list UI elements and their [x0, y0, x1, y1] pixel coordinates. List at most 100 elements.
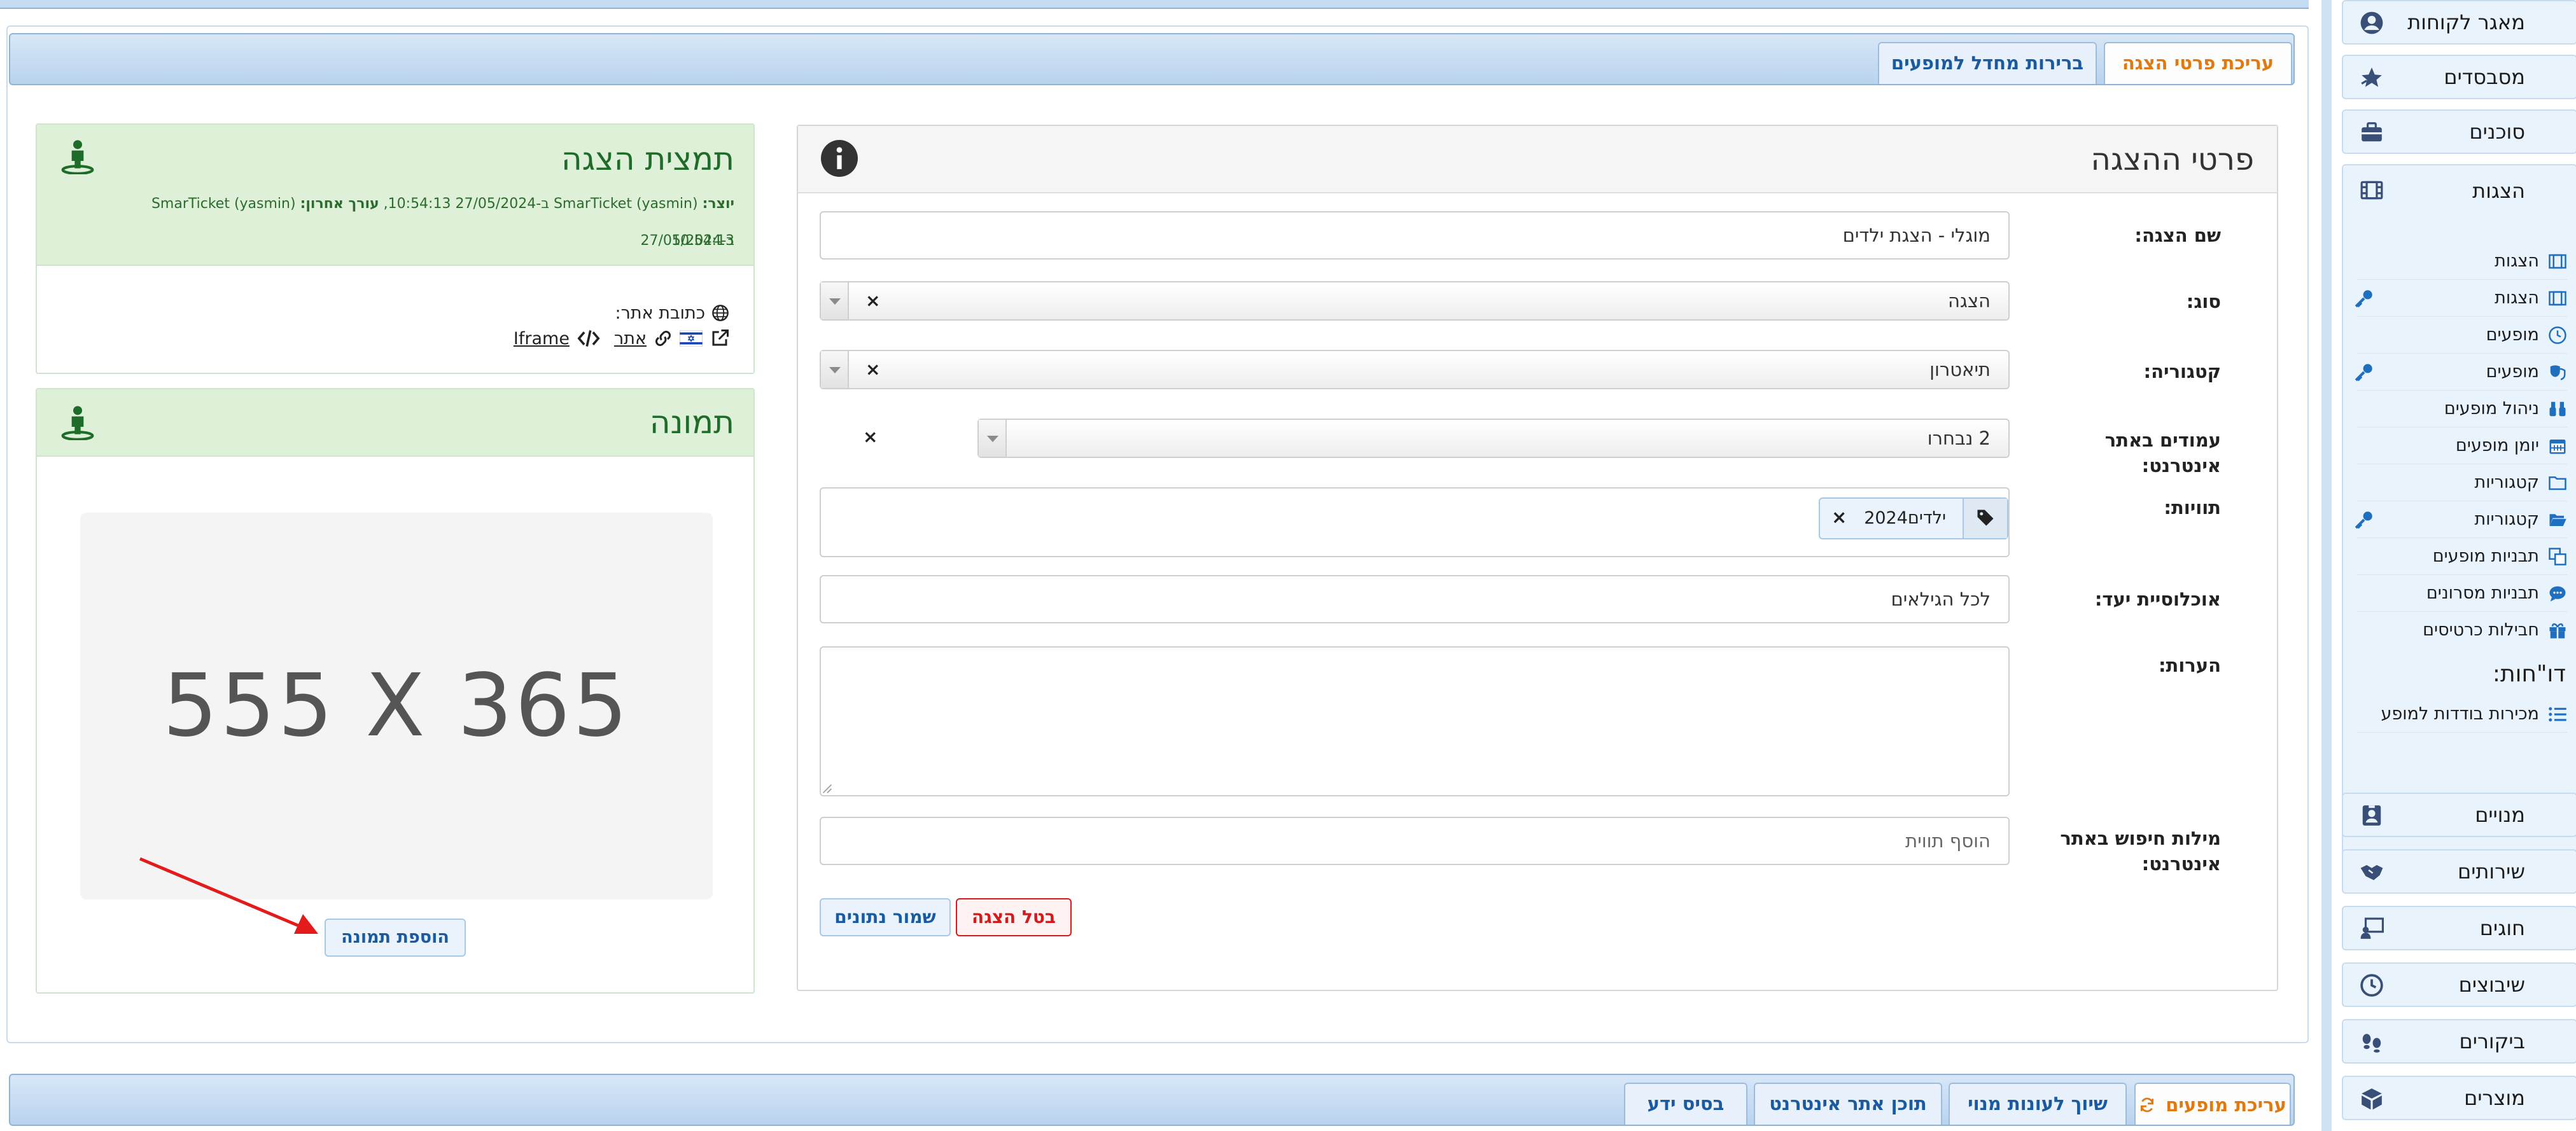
image-panel: תמונה 555 X 365 הוספת תמונה	[36, 388, 755, 994]
tag-shape	[1977, 510, 1994, 526]
sidebar-item-customers[interactable]: מאגר לקוחות	[2342, 0, 2576, 45]
show-name-input[interactable]: מוגלי - הצגת ילדים	[820, 211, 2010, 260]
panel-title: תמצית הצגה	[561, 141, 734, 177]
sidebar-subitem-label: יומן מופעים	[2455, 436, 2539, 455]
folder-open-icon	[2549, 514, 2566, 526]
calendar-icon	[2549, 440, 2566, 454]
target-audience-value: לכל הגילאים	[1891, 588, 1991, 610]
target-audience-input[interactable]: לכל הגילאים	[820, 575, 2010, 623]
globe-icon	[712, 305, 729, 321]
sidebar-item-label: שירותים	[2457, 859, 2525, 884]
tab-knowledge-base[interactable]: בסיס ידע	[1624, 1083, 1747, 1125]
sidebar-item-classes[interactable]: חוגים	[2342, 906, 2576, 950]
top-tab-bar: עריכת פרטי הצגה ברירות מחדל למופעים	[9, 33, 2295, 85]
info-icon[interactable]	[821, 140, 858, 177]
remove-tag-icon[interactable]: ×	[1831, 499, 1847, 536]
type-select[interactable]: הצגה ×	[820, 281, 2010, 321]
sidebar-subitem-ticket-packages[interactable]: חבילות כרטיסים	[2353, 612, 2567, 649]
tag-chip[interactable]: ילדים2024 ×	[1819, 497, 2008, 539]
sidebar-item-agents[interactable]: סוכנים	[2342, 109, 2576, 154]
film-icon	[2549, 254, 2566, 269]
sidebar-subitem-performance-templates[interactable]: תבניות מופעים	[2353, 538, 2567, 575]
code-icon	[577, 330, 600, 347]
sidebar-subitem-label: חבילות כרטיסים	[2423, 620, 2539, 640]
list-icon	[2549, 707, 2566, 722]
editor-label: עורך אחרון:	[300, 196, 379, 212]
street-view-icon[interactable]	[60, 139, 95, 174]
sidebar-item-subscriptions[interactable]: מנויים	[2342, 793, 2576, 837]
tab-website-content[interactable]: תוכן אתר אינטרנט	[1754, 1083, 1942, 1125]
notes-textarea[interactable]	[820, 646, 2010, 796]
street-view-icon[interactable]	[60, 405, 95, 440]
sidebar-subitem-shows-admin[interactable]: הצגות	[2353, 280, 2567, 317]
sidebar-subitem-performances-admin[interactable]: מופעים	[2353, 354, 2567, 391]
comment-icon	[2549, 586, 2566, 602]
cancel-show-button[interactable]: בטל הצגה	[956, 898, 1072, 936]
tag-icon	[1963, 499, 2007, 538]
clear-icon[interactable]: ×	[865, 359, 880, 380]
sidebar-item-subsidized[interactable]: מסבסדים	[2342, 55, 2576, 99]
sidebar-subitem-label: הצגות	[2495, 251, 2539, 271]
sidebar-item-products[interactable]: מוצרים	[2342, 1076, 2576, 1120]
clear-icon[interactable]: ×	[865, 290, 880, 311]
israel-flag-icon[interactable]	[680, 330, 703, 347]
add-image-button[interactable]: הוספת תמונה	[325, 919, 466, 957]
sidebar-item-assignments[interactable]: שיבוצים	[2342, 962, 2576, 1007]
film-icon	[2549, 291, 2566, 306]
resize-handle-icon[interactable]	[822, 784, 832, 794]
creator-label: יוצר:	[702, 196, 734, 212]
sidebar-subitem-label: מכירות בודדות למופע	[2381, 704, 2539, 724]
website-keywords-input[interactable]: הוסף תווית	[820, 817, 2010, 865]
type-label: סוג:	[2186, 291, 2221, 312]
sidebar-item-label: הצגות	[2472, 179, 2525, 203]
clone-icon	[2549, 548, 2566, 566]
key-icon	[2355, 290, 2372, 308]
tab-subscription-seasons[interactable]: שיוך לעונות מנוי	[1949, 1083, 2127, 1125]
tags-input[interactable]: ילדים2024 ×	[820, 487, 2010, 557]
tab-performance-defaults[interactable]: ברירות מחדל למופעים	[1878, 42, 2097, 84]
sidebar-item-label: חוגים	[2479, 916, 2525, 940]
sidebar-item-services[interactable]: שירותים	[2342, 849, 2576, 894]
sidebar-subitem-label: ניהול מופעים	[2444, 399, 2539, 419]
website-pages-select[interactable]: 2 נבחרו	[977, 419, 2010, 458]
sidebar-subitem-manage-performances[interactable]: ניהול מופעים	[2353, 391, 2567, 427]
sidebar-subitem-performances[interactable]: מופעים	[2353, 317, 2567, 354]
clear-icon[interactable]: ×	[863, 426, 878, 447]
sidebar-subitem-performance-calendar[interactable]: יומן מופעים	[2353, 427, 2567, 464]
sidebar-item-shows[interactable]: הצגות הצגות הצגות מופעים מופעים ניהול מו…	[2342, 164, 2576, 864]
chevron-down-icon[interactable]	[821, 282, 849, 319]
sidebar-subitem-shows[interactable]: הצגות	[2353, 243, 2567, 280]
website-pages-label: עמודים באתר אינטרנט:	[2104, 429, 2221, 476]
sidebar-item-label: מוצרים	[2464, 1086, 2525, 1110]
sidebar-subitem-single-sales-report[interactable]: מכירות בודדות למופע	[2353, 696, 2567, 733]
sidebar-subitem-sms-templates[interactable]: תבניות מסרונים	[2353, 575, 2567, 612]
type-value: הצגה	[1947, 290, 1991, 312]
editor-time: 10:54:13	[671, 233, 734, 249]
show-summary-panel: תמצית הצגה יוצר: SmarTicket (yasmin) ב-2…	[36, 123, 755, 374]
panel-title: פרטי ההצגה	[2090, 142, 2254, 177]
briefcase-icon	[2362, 122, 2382, 142]
chevron-down-icon[interactable]	[821, 351, 849, 388]
chevron-down-icon[interactable]	[979, 420, 1007, 457]
iframe-link[interactable]: Iframe	[514, 329, 570, 349]
sidebar-subitem-categories-admin[interactable]: קטגוריות	[2353, 501, 2567, 538]
panel-header: תמצית הצגה יוצר: SmarTicket (yasmin) ב-2…	[37, 125, 753, 266]
chalkboard-icon	[2360, 917, 2384, 939]
sidebar-subitem-label: קטגוריות	[2474, 473, 2539, 492]
sidebar-subitem-categories[interactable]: קטגוריות	[2353, 464, 2567, 501]
target-audience-label: אוכלוסיית יעד:	[2094, 588, 2221, 610]
external-link-icon[interactable]	[710, 329, 729, 348]
tab-edit-performances[interactable]: עריכת מופעים	[2134, 1083, 2291, 1125]
category-select[interactable]: תיאטרון ×	[820, 350, 2010, 389]
show-name-label: שם הצגה:	[2134, 225, 2221, 246]
tab-edit-show-details[interactable]: עריכת פרטי הצגה	[2104, 42, 2292, 84]
panel-header: פרטי ההצגה	[798, 126, 2277, 193]
sidebar-item-visits[interactable]: ביקורים	[2342, 1019, 2576, 1064]
site-link[interactable]: אתר	[614, 329, 647, 349]
tags-label: תוויות:	[2164, 497, 2221, 518]
save-data-button[interactable]: שמור נתונים	[820, 898, 951, 936]
key-icon	[2355, 364, 2372, 382]
star-icon	[2361, 67, 2382, 87]
sidebar-subitem-label: הצגות	[2495, 288, 2539, 308]
sidebar-subitem-label: תבניות מסרונים	[2426, 583, 2539, 603]
